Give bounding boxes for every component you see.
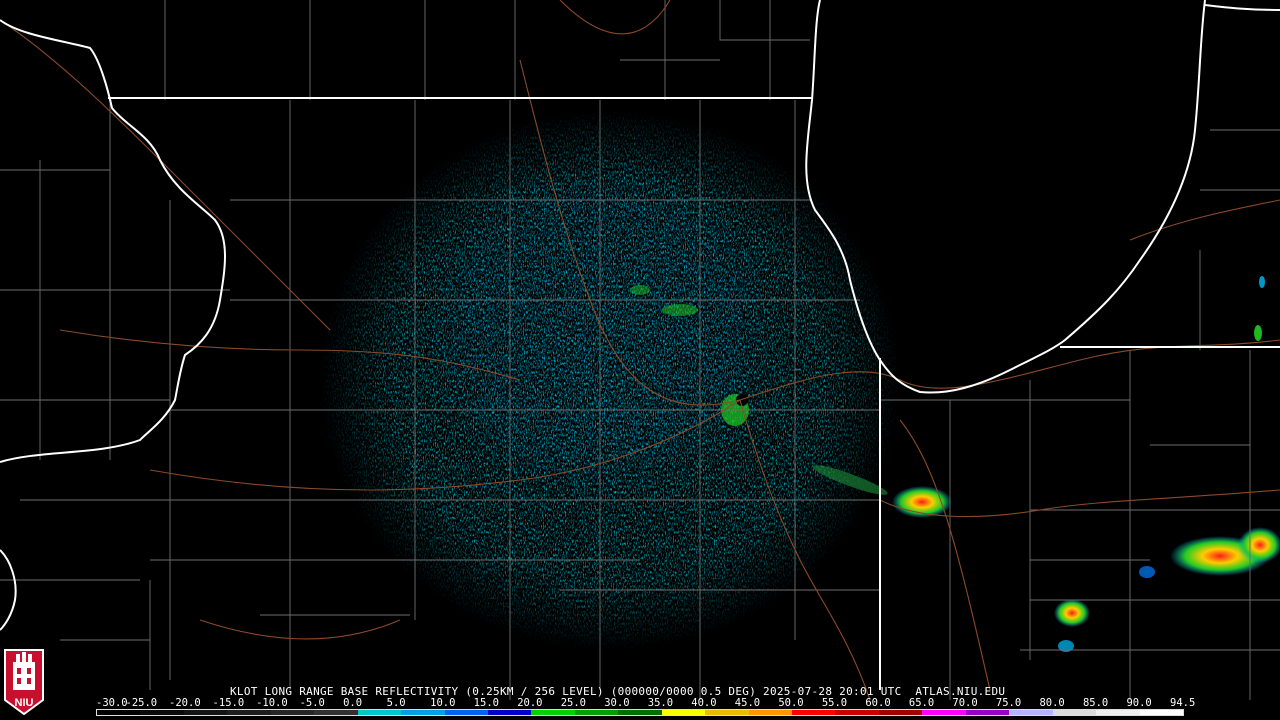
scale-label: 25.0 bbox=[560, 697, 587, 709]
scale-label: 30.0 bbox=[604, 697, 630, 709]
scale-label: 35.0 bbox=[647, 697, 674, 709]
lake-michigan-shore bbox=[805, 0, 1206, 394]
scale-label: -25.0 bbox=[125, 697, 158, 709]
colorbar-segment bbox=[922, 710, 966, 715]
scale-label: 40.0 bbox=[691, 697, 717, 709]
scale-label: -15.0 bbox=[212, 697, 245, 709]
scale-labels: -30.0 -25.0 -20.0 -15.0 -10.0 -5.0 0.0 5.0 10.0 1… bbox=[96, 697, 1196, 709]
scale-label: 85.0 bbox=[1082, 697, 1109, 709]
storm-cell bbox=[1254, 325, 1262, 341]
colorbar-segment bbox=[531, 710, 575, 715]
scale-label: -20.0 bbox=[169, 697, 201, 709]
colorbar-segment bbox=[97, 710, 141, 715]
scale-label: 0.0 bbox=[343, 697, 363, 709]
scale-label: 90.0 bbox=[1126, 697, 1152, 709]
radar-map bbox=[0, 0, 1280, 701]
colorbar-segment bbox=[792, 710, 836, 715]
colorbar-segment bbox=[835, 710, 879, 715]
colorbar-segment bbox=[618, 710, 662, 715]
colorbar-segment bbox=[487, 710, 532, 715]
scale-label: 94.5 bbox=[1170, 697, 1196, 709]
scale-label: -30.0 bbox=[96, 697, 128, 709]
colorbar-segment bbox=[1009, 710, 1053, 715]
colorbar-segment bbox=[965, 710, 1010, 715]
colorbar-segment bbox=[574, 710, 619, 715]
colorbar-segment bbox=[183, 710, 228, 715]
colorbar-segment bbox=[748, 710, 792, 715]
scale-label: -10.0 bbox=[256, 697, 288, 709]
scale-label: 60.0 bbox=[865, 697, 891, 709]
colorbar-segment bbox=[401, 710, 445, 715]
colorbar-segment bbox=[878, 710, 923, 715]
reflectivity-colorbar bbox=[96, 709, 1184, 716]
colorbar-segment bbox=[661, 710, 706, 715]
colorbar-segment bbox=[1052, 710, 1097, 715]
scale-label: 75.0 bbox=[995, 697, 1022, 709]
storm-cell bbox=[1238, 527, 1280, 563]
colorbar-segment bbox=[444, 710, 488, 715]
colorbar-segment bbox=[140, 710, 184, 715]
scale-label: 55.0 bbox=[821, 697, 848, 709]
scale-label: 10.0 bbox=[430, 697, 456, 709]
radar-echo-field bbox=[320, 110, 900, 650]
storm-cell bbox=[1139, 566, 1155, 578]
scale-label: -5.0 bbox=[299, 697, 325, 709]
scale-label: 80.0 bbox=[1039, 697, 1065, 709]
scale-label: 50.0 bbox=[778, 697, 804, 709]
scale-label: 70.0 bbox=[952, 697, 978, 709]
niu-logo: NIU bbox=[4, 649, 44, 716]
colorbar-segment bbox=[314, 710, 358, 715]
colorbar-segment bbox=[705, 710, 749, 715]
colorbar-segment bbox=[270, 710, 315, 715]
colorbar-segment bbox=[1139, 710, 1183, 715]
colorbar-segment bbox=[227, 710, 271, 715]
niu-logo-text: NIU bbox=[15, 697, 34, 709]
colorbar-segment bbox=[357, 710, 402, 715]
storm-cell bbox=[1054, 599, 1090, 627]
scale-label: 20.0 bbox=[517, 697, 543, 709]
scale-label: 15.0 bbox=[473, 697, 499, 709]
storm-cell bbox=[1259, 276, 1265, 288]
scale-label: 45.0 bbox=[734, 697, 761, 709]
colorbar-segment bbox=[1096, 710, 1140, 715]
scale-label: 65.0 bbox=[908, 697, 935, 709]
scale-label: 5.0 bbox=[386, 697, 406, 709]
mississippi-river-border bbox=[0, 19, 226, 463]
